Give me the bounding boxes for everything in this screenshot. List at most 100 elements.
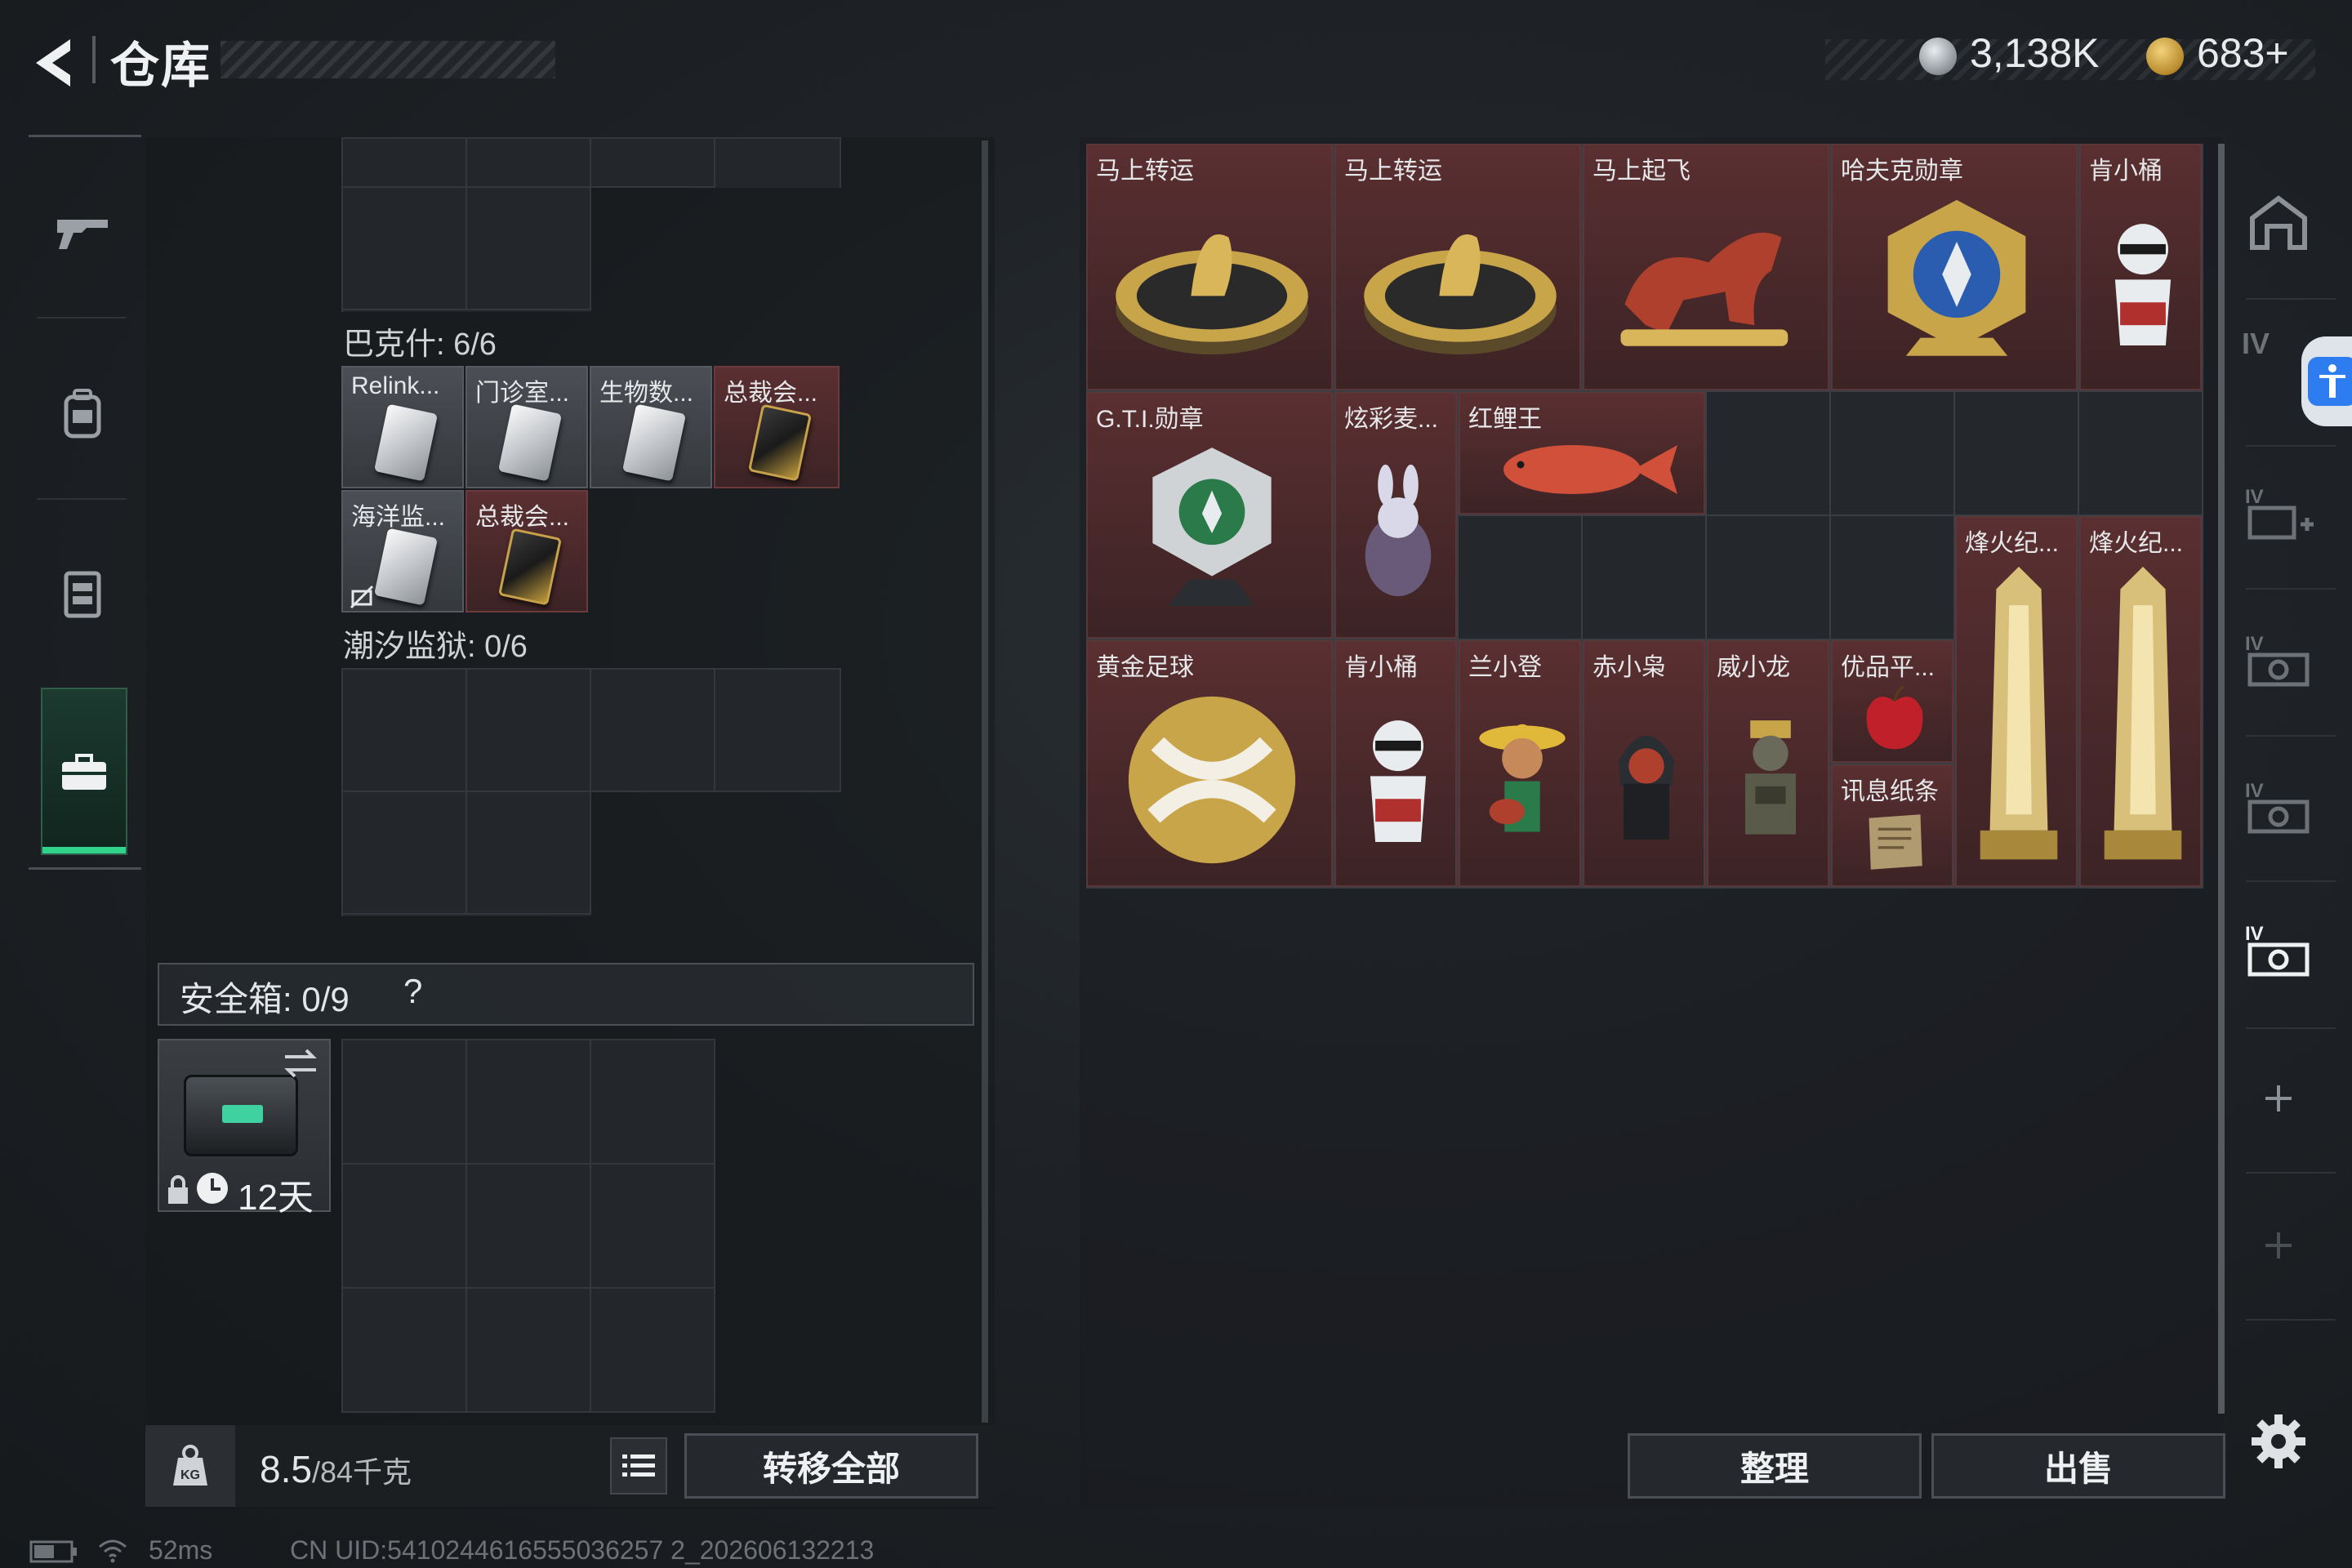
storage-item[interactable]: 优品平... — [1831, 640, 1953, 763]
storage-item-label: 优品平... — [1841, 654, 1936, 681]
header-stripe — [220, 41, 555, 78]
empty-grid — [341, 188, 591, 312]
grid-cell — [1707, 392, 1831, 516]
storage-item-label: 肯小桶 — [1344, 654, 1418, 681]
rail-sep — [2246, 298, 2336, 300]
storage-item[interactable]: 兰小登 — [1459, 640, 1581, 887]
list-view-button[interactable] — [610, 1437, 667, 1494]
keycard-item[interactable]: 门诊室... — [466, 366, 588, 488]
sell-button[interactable]: 出售 — [1931, 1433, 2225, 1499]
grid-cell — [1955, 392, 2079, 516]
storage-item-label: 威小龙 — [1717, 654, 1790, 681]
backpack-icon[interactable] — [45, 376, 120, 451]
storage-item-label: 炫彩麦... — [1344, 406, 1439, 433]
transfer-all-button[interactable]: 转移全部 — [684, 1433, 978, 1499]
storage-tab-add-icon[interactable]: IV — [2238, 474, 2319, 555]
safe-box-item[interactable]: 12天 — [158, 1039, 331, 1218]
keycard-icon — [497, 403, 563, 482]
title-divider — [92, 36, 96, 83]
storage-item[interactable]: 讯息纸条 — [1831, 764, 1953, 887]
grid-cell — [1583, 516, 1707, 640]
storage-item[interactable]: 威小龙 — [1707, 640, 1829, 887]
silver-coin-icon — [1919, 38, 1957, 75]
weapon-icon[interactable] — [45, 194, 120, 270]
storage-item[interactable]: 肯小桶 — [1334, 640, 1457, 887]
storage-item[interactable]: 哈夫克勋章 — [1831, 144, 2078, 390]
rail-top-line — [29, 135, 141, 137]
storage-item[interactable]: 红鲤王 — [1459, 392, 1705, 514]
keycard-item[interactable]: 总裁会... — [466, 490, 588, 612]
silver-amount: 3,138K — [1970, 30, 2100, 76]
no-transfer-icon — [350, 585, 374, 609]
safe-case-icon — [184, 1075, 298, 1156]
keycard-item[interactable]: Relink... — [341, 366, 464, 488]
storage-item[interactable]: 烽火纪... — [1955, 516, 2078, 887]
briefcase-icon — [47, 735, 122, 810]
svg-text:IV: IV — [2245, 633, 2264, 655]
gold-medal-icon — [1852, 193, 2061, 374]
horse-coin-icon — [1107, 193, 1316, 374]
storage-tab-vault-selected-icon[interactable]: IV — [2238, 911, 2319, 992]
storage-item-label: 肯小桶 — [2089, 158, 2163, 185]
rail-sep — [2246, 1027, 2336, 1029]
storage-item[interactable]: 烽火纪... — [2079, 516, 2202, 887]
storage-item-label: 烽火纪... — [2089, 530, 2184, 557]
storage-item[interactable]: 炫彩麦... — [1334, 392, 1457, 639]
sort-button[interactable]: 整理 — [1628, 1433, 1922, 1499]
wifi-icon — [99, 1539, 127, 1563]
gold-amount[interactable]: 683+ — [2197, 29, 2289, 77]
rail-sep — [2246, 1319, 2336, 1321]
hood-figure-icon — [1596, 681, 1697, 879]
grid-cell — [1831, 392, 1955, 516]
right-scrollbar[interactable] — [2218, 144, 2225, 1414]
accessibility-button[interactable] — [2301, 336, 2352, 426]
storage-item[interactable]: 马上起飞 — [1583, 144, 1829, 390]
apple-icon — [1844, 681, 1945, 755]
storage-item-label: 黄金足球 — [1096, 654, 1194, 681]
armor-vest-icon[interactable] — [45, 555, 120, 630]
storage-item[interactable]: 黄金足球 — [1086, 640, 1333, 887]
help-icon[interactable]: ? — [403, 972, 422, 1011]
keycard-item[interactable]: 总裁会... — [714, 366, 840, 488]
back-arrow-icon[interactable] — [28, 34, 85, 91]
svg-text:IV: IV — [2245, 923, 2264, 945]
kfc-figure-icon — [2092, 185, 2194, 382]
storage-item-label: 烽火纪... — [1965, 530, 2060, 557]
storage-home-icon[interactable] — [2238, 181, 2319, 263]
rail-sep — [2246, 735, 2336, 737]
kfc-figure-icon — [1348, 681, 1449, 879]
storage-item[interactable]: 肯小桶 — [2079, 144, 2202, 390]
rail-sep — [2246, 1172, 2336, 1174]
storage-item-label: 马上转运 — [1096, 158, 1194, 185]
rail-bottom-line — [29, 867, 141, 870]
storage-item-label: G.T.I.勋章 — [1096, 406, 1204, 433]
storage-item-label: 讯息纸条 — [1841, 778, 1939, 805]
left-scrollbar[interactable] — [982, 140, 988, 1423]
keycard-item[interactable]: 海洋监... — [341, 490, 464, 612]
gold-coin-icon — [2146, 38, 2184, 75]
page-title: 仓库 — [110, 38, 212, 93]
storage-tab-vault-icon[interactable]: IV — [2238, 621, 2319, 702]
storage-tab-iv-1[interactable]: IV — [2242, 327, 2270, 361]
keycard-item[interactable]: 生物数... — [590, 366, 712, 488]
partial-grid — [341, 137, 841, 188]
add-storage-icon[interactable] — [2238, 1058, 2319, 1139]
safe-box-label: 安全箱: 0/9 — [180, 980, 350, 1018]
swap-icon[interactable] — [280, 1045, 321, 1081]
grid-cell — [1831, 516, 1955, 640]
weight-icon: KG — [173, 1445, 207, 1486]
storage-item-label: 哈夫克勋章 — [1841, 158, 1963, 185]
bakeshi-grid: Relink... 门诊室... 生物数... 总裁会... 海洋监... 总裁… — [341, 366, 841, 616]
storage-tab-vault-icon[interactable]: IV — [2238, 768, 2319, 849]
storage-item[interactable]: G.T.I.勋章 — [1086, 392, 1333, 639]
settings-gear-icon[interactable] — [2238, 1401, 2319, 1482]
uid-text: CN UID:5410244616555036257 2_20260613221… — [290, 1535, 875, 1565]
storage-item[interactable]: 赤小枭 — [1583, 640, 1705, 887]
section-prison-label: 潮汐监狱: 0/6 — [343, 630, 528, 664]
prison-grid-row1 — [341, 668, 841, 792]
storage-item[interactable]: 马上转运 — [1086, 144, 1333, 390]
weight-lock-button[interactable]: KG — [145, 1425, 235, 1507]
gold-ball-icon — [1107, 689, 1316, 871]
paper-note-icon — [1844, 805, 1945, 879]
storage-item[interactable]: 马上转运 — [1334, 144, 1581, 390]
